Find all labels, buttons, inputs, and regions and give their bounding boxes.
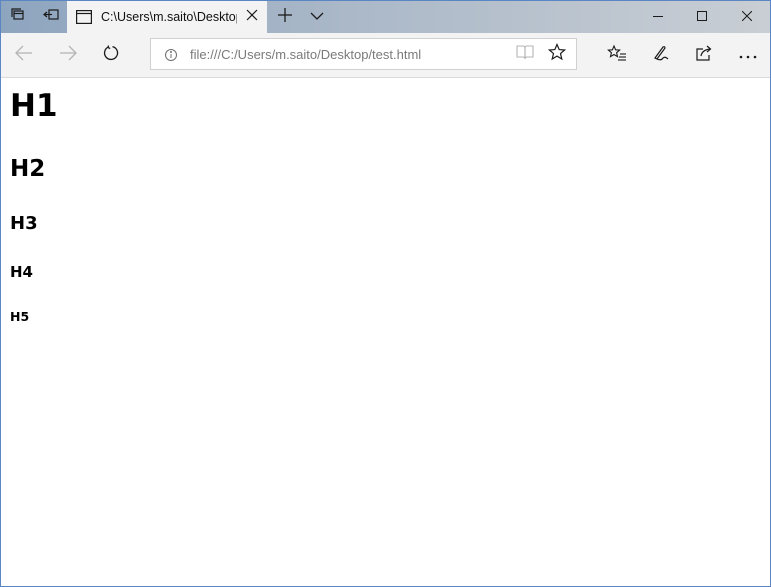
new-tab-button[interactable] [269,1,301,33]
title-bar: C:\Users\m.saito\Desktop\test.html [1,1,770,33]
more-icon [739,46,757,64]
forward-button[interactable] [48,33,88,77]
set-aside-tabs-button[interactable] [34,1,67,33]
pen-icon [652,44,670,67]
favorites-hub-button[interactable] [597,33,637,77]
page-icon [76,9,93,30]
book-icon [516,44,534,65]
set-aside-icon [42,7,59,28]
more-button[interactable] [728,33,768,77]
reading-view-button[interactable] [509,39,541,69]
minimize-icon [653,8,663,26]
close-icon [741,8,753,26]
navigation-bar: file:///C:/Users/m.saito/Desktop/test.ht… [1,33,770,78]
close-window-button[interactable] [724,1,770,33]
forward-arrow-icon [59,45,77,66]
back-button[interactable] [4,33,44,77]
maximize-button[interactable] [679,1,725,33]
share-icon [695,44,713,67]
address-bar[interactable]: file:///C:/Users/m.saito/Desktop/test.ht… [150,38,577,70]
refresh-button[interactable] [91,33,131,77]
back-arrow-icon [15,45,33,66]
browser-window: C:\Users\m.saito\Desktop\test.html [0,0,771,587]
chevron-down-icon [310,8,324,26]
page-content: H1 H2 H3 H4 H5 [1,78,770,586]
tab-close-button[interactable] [243,8,261,26]
tabs-aside-button[interactable] [1,1,34,33]
minimize-button[interactable] [635,1,681,33]
favorites-list-icon [607,44,627,67]
tab-title: C:\Users\m.saito\Desktop\test.html [101,10,237,24]
address-url[interactable]: file:///C:/Users/m.saito/Desktop/test.ht… [190,47,421,62]
heading-h5: H5 [10,309,30,324]
star-icon [547,42,567,66]
refresh-icon [103,44,119,66]
share-button[interactable] [684,33,724,77]
tab-preview-button[interactable] [301,1,333,33]
add-favorite-button[interactable] [541,39,573,69]
info-icon[interactable] [163,47,179,63]
heading-h1: H1 [10,88,58,124]
web-notes-button[interactable] [641,33,681,77]
heading-h3: H3 [10,213,38,234]
heading-h4: H4 [10,263,33,281]
tab-active[interactable]: C:\Users\m.saito\Desktop\test.html [67,1,267,33]
tabs-aside-icon [10,7,26,28]
maximize-icon [697,8,707,26]
plus-icon [278,7,292,27]
close-icon [246,8,258,26]
heading-h2: H2 [10,156,46,182]
